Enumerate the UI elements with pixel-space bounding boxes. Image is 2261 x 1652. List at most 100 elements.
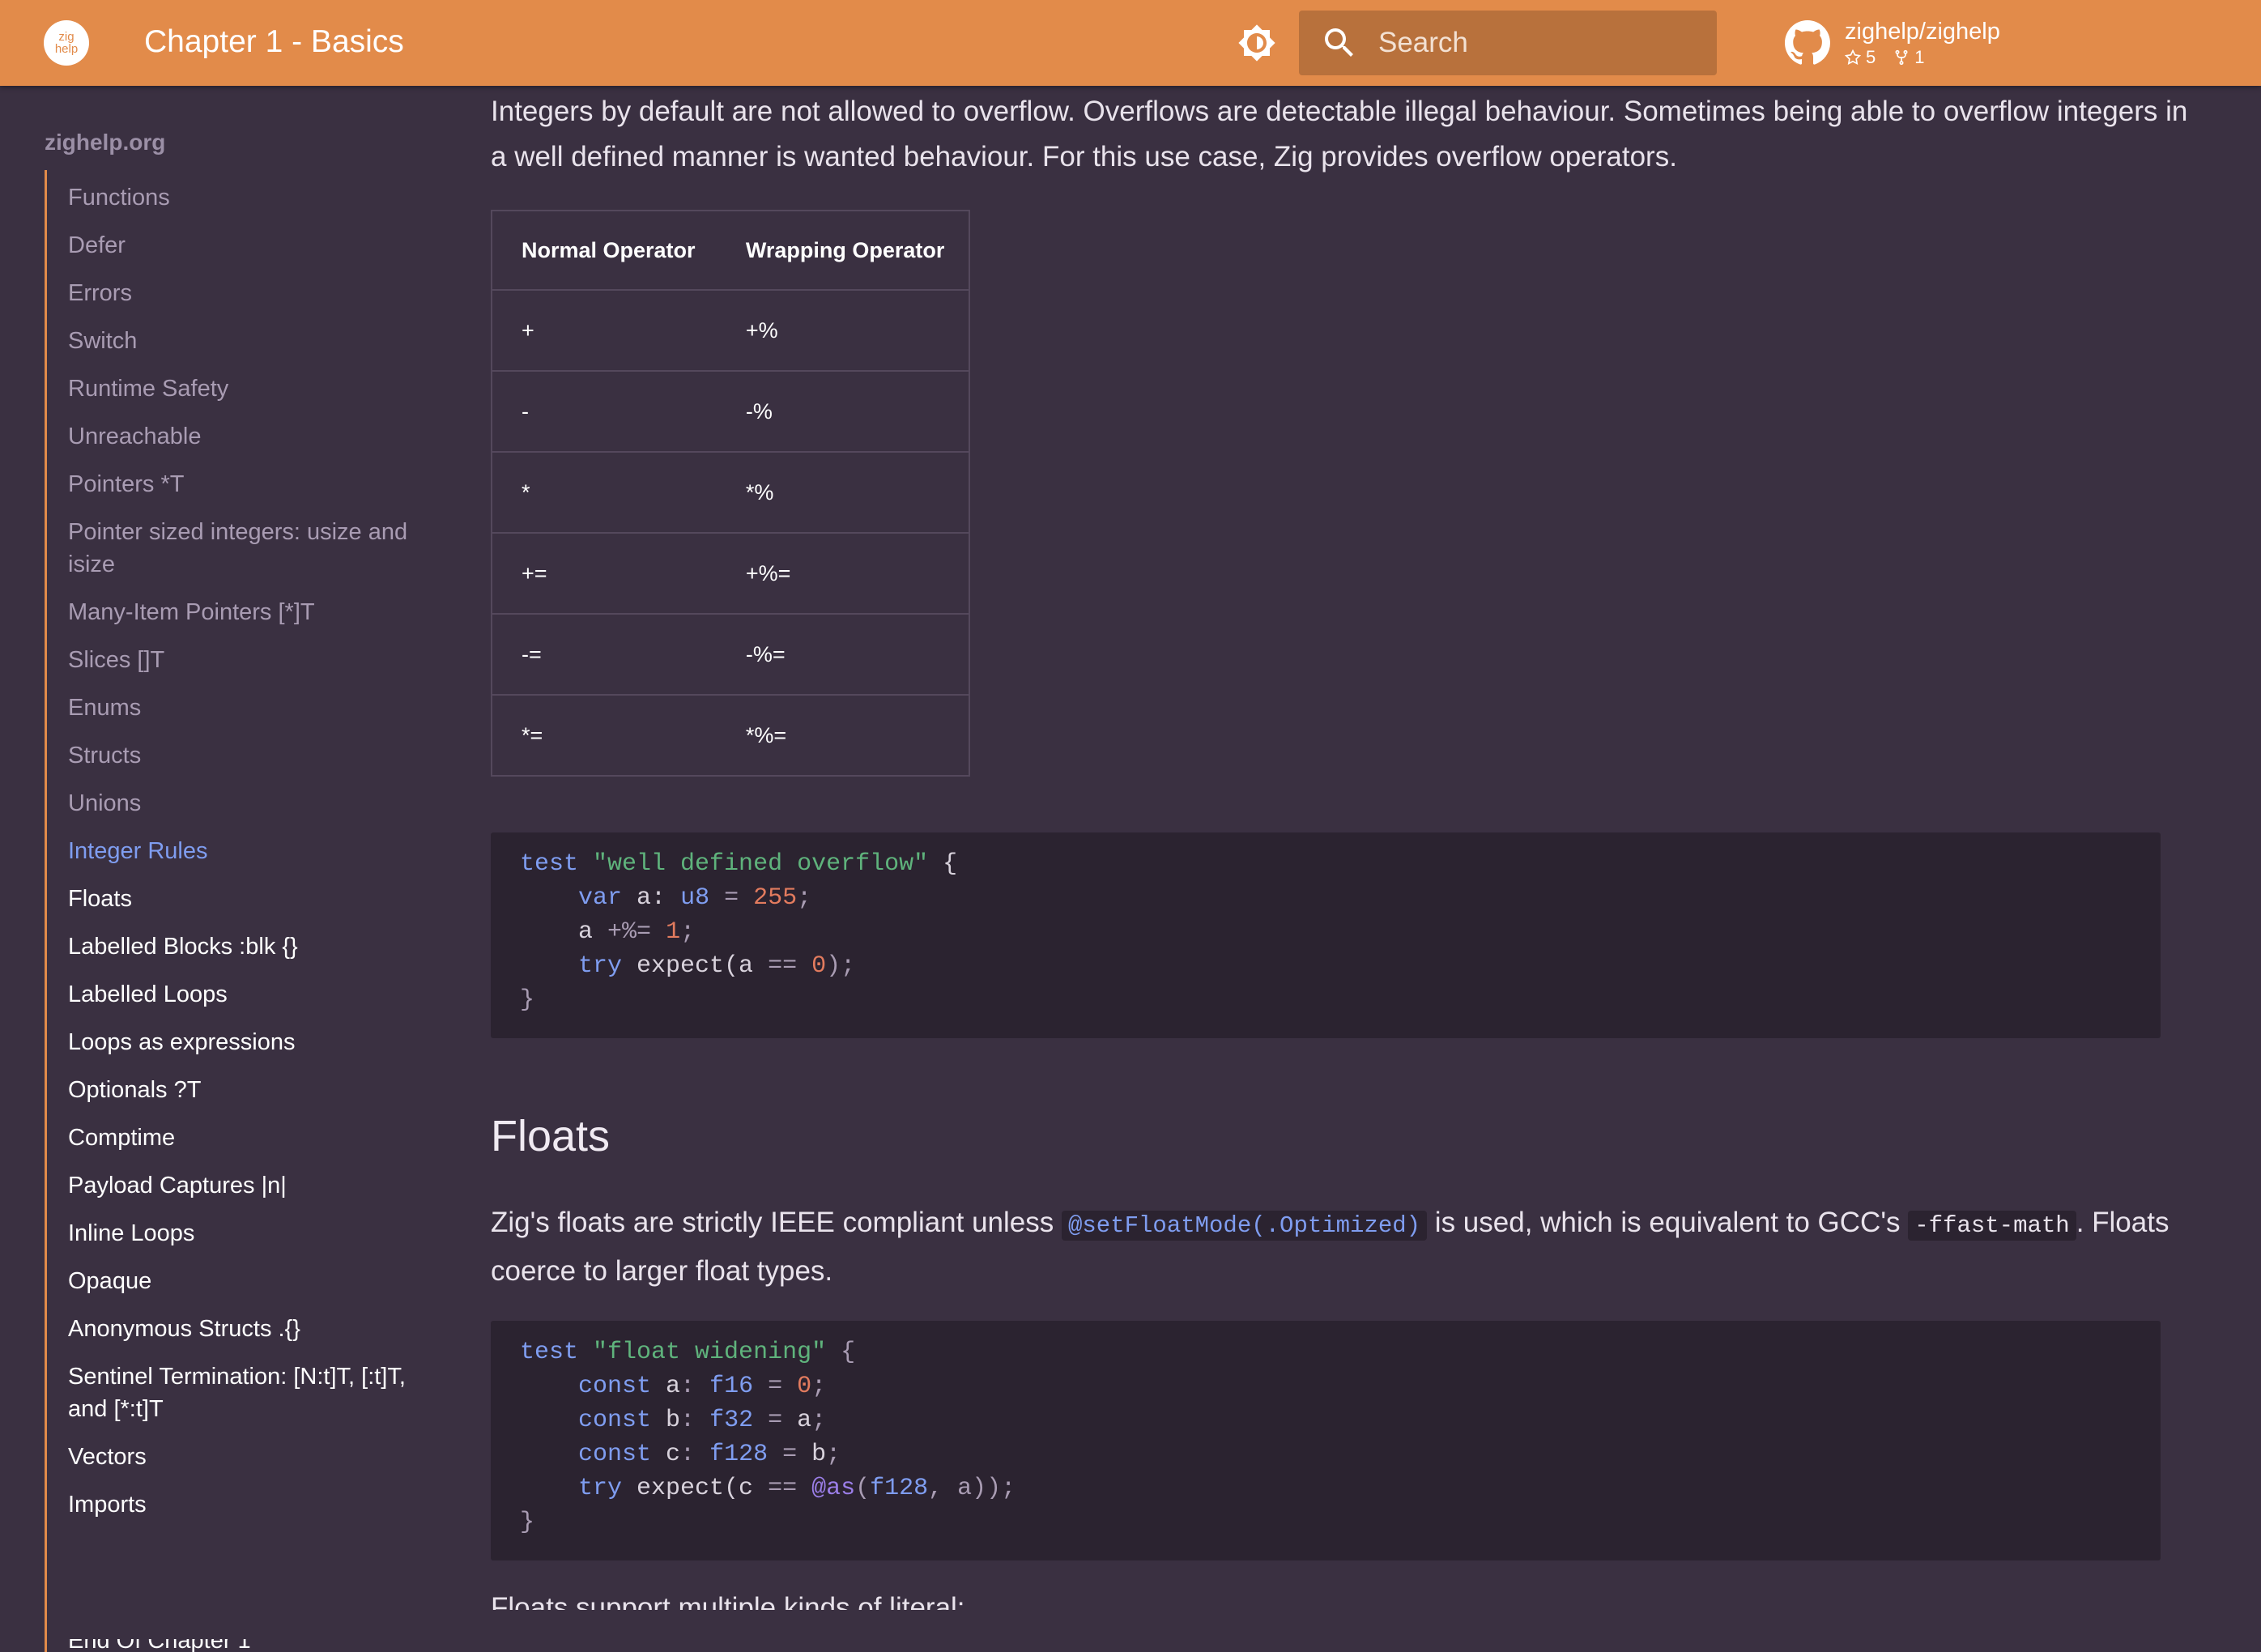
table-cell: *%= [745, 722, 787, 747]
code-text: : [680, 1441, 710, 1468]
sidebar-item-comptime[interactable]: Comptime [68, 1122, 408, 1154]
search-box[interactable] [1299, 11, 1717, 75]
table-row: + +% [492, 290, 969, 372]
sidebar-item-loops-as-expressions[interactable]: Loops as expressions [68, 1026, 408, 1058]
code-type: f128 [709, 1441, 769, 1468]
sidebar-item-errors[interactable]: Errors [68, 277, 408, 309]
table-cell: *% [716, 452, 969, 534]
sidebar-item-anonymous-structs[interactable]: Anonymous Structs .{} [68, 1313, 408, 1345]
cut-paragraph: Floats support multiple kinds of literal… [491, 1587, 2191, 1610]
forks-value: 1 [1914, 47, 1925, 67]
sidebar-item-runtime-safety[interactable]: Runtime Safety [68, 373, 408, 405]
code-text: expect(a [622, 952, 769, 980]
sidebar-item-functions[interactable]: Functions [68, 181, 408, 214]
code-text: ; [826, 1441, 841, 1468]
sidebar-item-defer[interactable]: Defer [68, 229, 408, 262]
code-operator: == [768, 952, 798, 980]
sidebar-item-optionals-t[interactable]: Optionals ?T [68, 1074, 408, 1106]
sidebar-item-integer-rules[interactable]: Integer Rules [68, 835, 408, 867]
column-header: Normal Operator [492, 211, 717, 291]
logo-text-zig: zig [58, 30, 75, 44]
site-name[interactable]: zighelp.org [45, 130, 165, 155]
sidebar-item-floats[interactable]: Floats [68, 883, 408, 915]
brightness-icon [1238, 24, 1275, 62]
sidebar-item-opaque[interactable]: Opaque [68, 1265, 408, 1297]
sidebar-item-structs[interactable]: Structs [68, 739, 408, 772]
code-text: , a)); [928, 1475, 1016, 1502]
zighelp-logo[interactable]: zig help [44, 20, 89, 66]
sidebar-item-unreachable[interactable]: Unreachable [68, 420, 408, 453]
stars-count: 5 [1845, 46, 1876, 69]
intro-paragraph: Integers by default are not allowed to o… [491, 96, 2188, 172]
code-operator: = [753, 1373, 798, 1400]
code-keyword: const [578, 1373, 652, 1400]
sidebar: zighelp.org Functions Defer Errors Switch Ru… [0, 86, 453, 1652]
code-text: } [520, 1509, 535, 1536]
sidebar-item-slices-t[interactable]: Slices []T [68, 644, 408, 676]
sidebar-item-imports[interactable]: Imports [68, 1488, 408, 1521]
sidebar-item-pointer-sized-integers-usize-and-isize[interactable]: Pointer sized integers: usize and isize [68, 516, 408, 581]
table-cell: += [492, 533, 717, 615]
code-text: expect(c [622, 1475, 769, 1502]
sidebar-item-switch[interactable]: Switch [68, 325, 408, 357]
table-cell: *= [522, 722, 543, 747]
code-block-overflow[interactable]: test "well defined overflow" { var a: u8… [491, 832, 2161, 1038]
sidebar-item-labelled-loops[interactable]: Labelled Loops [68, 978, 408, 1011]
code-keyword: test [520, 850, 579, 878]
sidebar-item-labelled-blocks-blk[interactable]: Labelled Blocks :blk {} [68, 930, 408, 963]
code-type: u8 [680, 884, 710, 912]
code-operator: == [768, 1475, 798, 1502]
inline-code-setfloatmode: @setFloatMode(.Optimized) [1062, 1211, 1428, 1241]
sidebar-item-enums[interactable]: Enums [68, 692, 408, 724]
code-string: "float widening" [593, 1339, 827, 1366]
code-text: ; [797, 884, 812, 912]
sidebar-item-sentinel-termination-n-t-t-t-t-and-t-t[interactable]: Sentinel Termination: [N:t]T, [:t]T, and… [68, 1360, 408, 1425]
sidebar-item-pointers-t[interactable]: Pointers *T [68, 468, 408, 500]
code-text: : [651, 884, 681, 912]
code-text: ( [855, 1475, 871, 1502]
sidebar-nav: Functions Defer Errors Switch Runtime Safety… [68, 181, 408, 1536]
code-text: c [651, 1441, 681, 1468]
search-icon [1320, 23, 1359, 62]
table-cell: +%= [716, 533, 969, 615]
sidebar-item-inline-loops[interactable]: Inline Loops [68, 1217, 408, 1250]
github-repo-link[interactable]: zighelp/zighelp 5 1 [1785, 15, 2000, 71]
sidebar-item-unions[interactable]: Unions [68, 787, 408, 820]
code-keyword: try [578, 952, 623, 980]
code-text: } [520, 986, 535, 1014]
sidebar-item-vectors[interactable]: Vectors [68, 1441, 408, 1473]
code-block-float-widening[interactable]: test "float widening" { const a: f16 = 0… [491, 1321, 2161, 1560]
code-text: b [811, 1441, 827, 1468]
theme-toggle-button[interactable] [1234, 20, 1280, 66]
sidebar-item-end-of-chapter-1[interactable]: End Of Chapter 1 [68, 1639, 251, 1652]
sidebar-item-label: End Of Chapter 1 [68, 1639, 251, 1652]
paragraph-text: is used, which is equivalent to GCC's [1427, 1207, 1909, 1238]
top-bar: zig help Chapter 1 - Basics zighelp/zigh… [0, 0, 2261, 86]
code-text: a [797, 1407, 812, 1434]
code-text: a [651, 1373, 681, 1400]
sidebar-item-payload-captures-n[interactable]: Payload Captures |n| [68, 1169, 408, 1202]
table-row: - -% [492, 371, 969, 453]
code-text: ; [811, 1407, 827, 1434]
code-type: f128 [870, 1475, 929, 1502]
search-input[interactable] [1377, 26, 1704, 60]
code-text: { [826, 1339, 856, 1366]
table-cell: + [492, 290, 717, 372]
code-keyword: const [578, 1441, 652, 1468]
fork-icon [1895, 49, 1908, 66]
sidebar-item-many-item-pointers-t[interactable]: Many-Item Pointers [*]T [68, 596, 408, 628]
page-title: Chapter 1 - Basics [144, 24, 404, 59]
table-cell: +% [716, 290, 969, 372]
code-text: ); [826, 952, 856, 980]
floats-heading: Floats [491, 1112, 611, 1160]
code-number: 0 [797, 1373, 812, 1400]
nav-indicator-line [45, 170, 47, 1652]
repo-name: zighelp/zighelp [1845, 19, 2000, 45]
code-operator: = [709, 884, 754, 912]
floats-paragraph: Zig's floats are strictly IEEE compliant… [491, 1200, 2191, 1294]
github-icon [1785, 20, 1830, 65]
code-text: : [680, 1373, 710, 1400]
table-row: *= *%= [492, 695, 969, 776]
